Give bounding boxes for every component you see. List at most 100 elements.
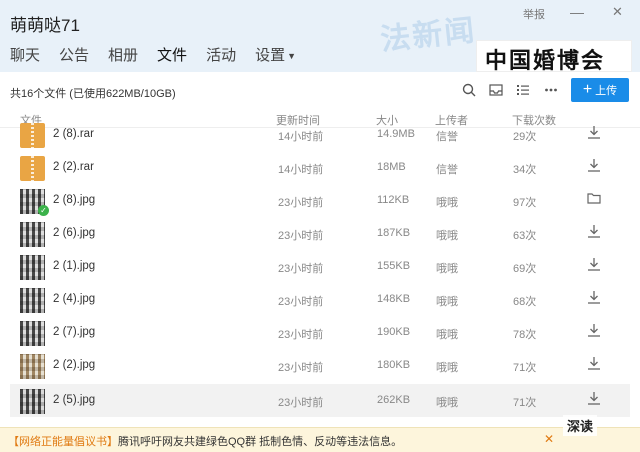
file-uploader[interactable]: 哦哦 — [436, 194, 458, 210]
file-row[interactable]: 2 (4).jpg 23小时前 148KB 哦哦 68次 — [10, 283, 630, 316]
list-view-icon[interactable] — [515, 83, 531, 99]
tab-settings[interactable]: 设置 ▼ — [255, 44, 296, 71]
file-time: 23小时前 — [278, 397, 324, 409]
upload-label: 上传 — [595, 85, 618, 97]
download-icon[interactable] — [586, 258, 602, 274]
file-name[interactable]: 2 (5).jpg — [53, 394, 95, 406]
tab-files[interactable]: 文件 — [157, 44, 188, 75]
chevron-down-icon: ▼ — [287, 51, 297, 62]
file-name[interactable]: 2 (7).jpg — [53, 326, 95, 338]
file-download-count: 29次 — [513, 131, 537, 143]
report-button[interactable]: 举报 — [523, 6, 545, 22]
file-size: 112KB — [377, 194, 410, 206]
file-download-count: 78次 — [513, 329, 537, 341]
file-uploader[interactable]: 哦哦 — [436, 260, 458, 276]
inbox-icon[interactable] — [488, 83, 504, 99]
folder-icon[interactable] — [586, 192, 602, 208]
notice-link[interactable]: 【网络正能量倡议书】 — [8, 436, 118, 448]
file-size: 190KB — [377, 326, 411, 338]
file-time: 23小时前 — [278, 362, 324, 374]
image-thumbnail — [20, 222, 45, 247]
notice-bar: 【网络正能量倡议书】腾讯呼吁网友共建绿色QQ群 抵制色情、反动等违法信息。 ✕ — [0, 427, 640, 452]
file-uploader[interactable]: 哦哦 — [436, 394, 458, 410]
file-download-count: 71次 — [513, 362, 537, 374]
file-name[interactable]: 2 (8).jpg — [53, 194, 95, 206]
download-icon[interactable] — [586, 357, 602, 373]
image-thumbnail — [20, 288, 45, 313]
plus-icon: + — [582, 81, 593, 98]
tab-activity[interactable]: 活动 — [206, 44, 236, 71]
group-header: 萌萌哒71 法新闻 举报 — ✕ 聊天 公告 相册 文件 活动 设置 ▼ 中国婚博… — [0, 0, 640, 75]
file-size: 180KB — [377, 359, 411, 371]
file-uploader[interactable]: 信誉 — [436, 161, 458, 177]
file-size: 155KB — [377, 260, 411, 272]
file-download-count: 69次 — [513, 263, 537, 275]
download-icon[interactable] — [586, 159, 602, 175]
file-row[interactable]: 2 (1).jpg 23小时前 155KB 哦哦 69次 — [10, 250, 630, 283]
file-row[interactable]: ✓ 2 (8).jpg 23小时前 112KB 哦哦 97次 — [10, 184, 630, 217]
file-summary: 共16个文件 (已使用622MB/10GB) — [10, 88, 176, 100]
download-icon[interactable] — [586, 126, 602, 142]
download-icon[interactable] — [586, 324, 602, 340]
close-button[interactable]: ✕ — [612, 4, 623, 20]
image-thumbnail — [20, 255, 45, 280]
file-size: 14.9MB — [377, 128, 415, 140]
tab-album[interactable]: 相册 — [108, 44, 138, 71]
file-row[interactable]: 2 (8).rar 14小时前 14.9MB 信誉 29次 — [10, 118, 630, 151]
file-row[interactable]: 2 (6).jpg 23小时前 187KB 哦哦 63次 — [10, 217, 630, 250]
checkmark-icon: ✓ — [38, 205, 49, 216]
file-size: 187KB — [377, 227, 411, 239]
notice-message: 腾讯呼吁网友共建绿色QQ群 抵制色情、反动等违法信息。 — [118, 436, 403, 448]
tab-chat[interactable]: 聊天 — [10, 44, 40, 71]
file-name[interactable]: 2 (2).jpg — [53, 359, 95, 371]
file-download-count: 68次 — [513, 296, 537, 308]
file-download-count: 63次 — [513, 230, 537, 242]
banner-text: 中国婚博会 — [485, 49, 606, 74]
download-icon[interactable] — [586, 291, 602, 307]
file-row[interactable]: 2 (7).jpg 23小时前 190KB 哦哦 78次 — [10, 316, 630, 349]
file-uploader[interactable]: 哦哦 — [436, 227, 458, 243]
image-thumbnail — [20, 321, 45, 346]
file-download-count: 34次 — [513, 164, 537, 176]
file-download-count: 97次 — [513, 197, 537, 209]
file-row[interactable]: 2 (2).jpg 23小时前 180KB 哦哦 71次 — [10, 349, 630, 382]
file-time: 23小时前 — [278, 197, 324, 209]
notice-text: 【网络正能量倡议书】腾讯呼吁网友共建绿色QQ群 抵制色情、反动等违法信息。 — [8, 433, 402, 449]
archive-file-icon — [20, 156, 45, 181]
file-name[interactable]: 2 (8).rar — [53, 128, 94, 140]
files-toolbar: 共16个文件 (已使用622MB/10GB) + 上传 — [0, 72, 640, 110]
archive-file-icon — [20, 123, 45, 148]
more-icon[interactable] — [543, 83, 559, 99]
group-tabs: 聊天 公告 相册 文件 活动 设置 ▼ — [10, 44, 315, 75]
file-time: 23小时前 — [278, 263, 324, 275]
upload-button[interactable]: + 上传 — [571, 78, 629, 102]
wechat-watermark: 深读 — [563, 415, 598, 436]
file-name[interactable]: 2 (2).rar — [53, 161, 94, 173]
file-row[interactable]: 2 (5).jpg 23小时前 262KB 哦哦 71次 — [10, 384, 630, 417]
file-row[interactable]: 2 (2).rar 14小时前 18MB 信誉 34次 — [10, 151, 630, 184]
file-uploader[interactable]: 信誉 — [436, 128, 458, 144]
file-name[interactable]: 2 (1).jpg — [53, 260, 95, 272]
download-icon[interactable] — [586, 392, 602, 408]
file-time: 23小时前 — [278, 296, 324, 308]
file-name[interactable]: 2 (6).jpg — [53, 227, 95, 239]
file-uploader[interactable]: 哦哦 — [436, 359, 458, 375]
image-thumbnail — [20, 389, 45, 414]
file-size: 18MB — [377, 161, 406, 173]
tab-announcement[interactable]: 公告 — [59, 44, 89, 71]
file-name[interactable]: 2 (4).jpg — [53, 293, 95, 305]
search-icon[interactable] — [461, 83, 477, 99]
file-time: 14小时前 — [278, 131, 324, 143]
promo-banner: 中国婚博会 — [476, 40, 632, 74]
download-icon[interactable] — [586, 225, 602, 241]
image-thumbnail — [20, 354, 45, 379]
file-uploader[interactable]: 哦哦 — [436, 293, 458, 309]
close-icon[interactable]: ✕ — [544, 432, 554, 446]
group-title: 萌萌哒71 — [10, 16, 80, 35]
file-time: 14小时前 — [278, 164, 324, 176]
minimize-button[interactable]: — — [570, 4, 584, 20]
file-download-count: 71次 — [513, 397, 537, 409]
file-uploader[interactable]: 哦哦 — [436, 326, 458, 342]
file-size: 148KB — [377, 293, 411, 305]
file-time: 23小时前 — [278, 230, 324, 242]
